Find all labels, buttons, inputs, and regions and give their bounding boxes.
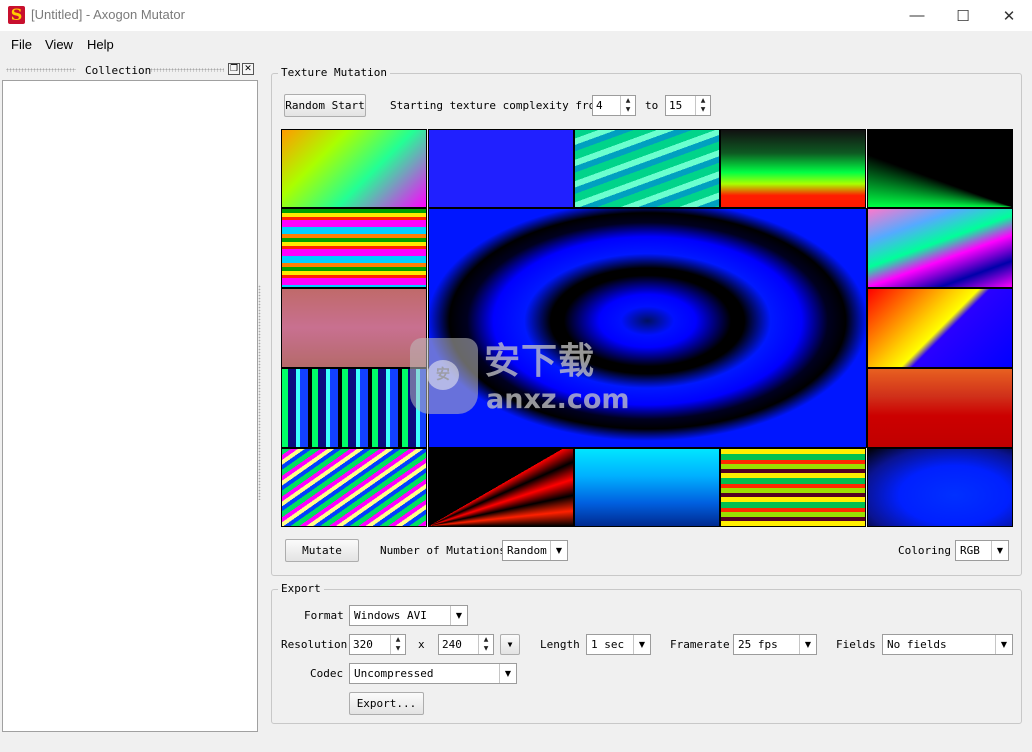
format-value: Windows AVI: [354, 609, 427, 622]
resolution-height-spinbox[interactable]: 240 ▲ ▼: [438, 634, 494, 655]
texture-tile[interactable]: [720, 129, 866, 208]
format-select[interactable]: Windows AVI ▼: [349, 605, 468, 626]
close-icon[interactable]: ✕: [986, 0, 1032, 31]
framerate-label: Framerate: [670, 638, 730, 651]
chevron-down-icon[interactable]: ▼: [799, 635, 816, 654]
maximize-icon[interactable]: ☐: [940, 0, 986, 31]
app-icon: S: [8, 6, 25, 24]
spin-up-icon[interactable]: ▲: [479, 635, 493, 645]
spin-down-icon[interactable]: ▼: [479, 645, 493, 655]
chevron-down-icon[interactable]: ▼: [550, 541, 567, 560]
menu-bar: [0, 31, 1032, 60]
export-button[interactable]: Export...: [349, 692, 424, 715]
minimize-icon[interactable]: —: [894, 0, 940, 31]
splitter-handle[interactable]: [258, 285, 261, 500]
mutations-label: Number of Mutations: [380, 544, 506, 557]
resolution-width-spinbox[interactable]: 320 ▲ ▼: [349, 634, 406, 655]
menu-file[interactable]: File: [11, 37, 32, 52]
fields-label: Fields: [836, 638, 876, 651]
coloring-label: Coloring: [898, 544, 951, 557]
dock-grip[interactable]: [6, 68, 76, 72]
close-dock-icon[interactable]: ✕: [242, 63, 254, 75]
codec-select[interactable]: Uncompressed ▼: [349, 663, 517, 684]
resolution-preset-button[interactable]: ▼: [500, 634, 520, 655]
texture-tile[interactable]: [867, 368, 1013, 448]
chevron-down-icon[interactable]: ▼: [995, 635, 1012, 654]
complexity-from-value: 4: [596, 99, 603, 112]
dock-grip[interactable]: [150, 68, 224, 72]
menu-help[interactable]: Help: [87, 37, 114, 52]
complexity-label: Starting texture complexity from: [390, 99, 602, 112]
texture-mutation-legend: Texture Mutation: [278, 66, 390, 79]
watermark-logo-icon: 安: [410, 338, 478, 414]
coloring-select[interactable]: RGB ▼: [955, 540, 1009, 561]
resolution-height-value: 240: [442, 638, 462, 651]
spin-up-icon[interactable]: ▲: [621, 96, 635, 106]
texture-tile[interactable]: [867, 129, 1013, 208]
complexity-to-spinbox[interactable]: 15 ▲ ▼: [665, 95, 711, 116]
title-bar: S [Untitled] - Axogon Mutator — ☐ ✕: [0, 0, 1032, 31]
mutate-button[interactable]: Mutate: [285, 539, 359, 562]
length-select[interactable]: 1 sec ▼: [586, 634, 651, 655]
collection-title: Collection: [85, 64, 152, 77]
length-label: Length: [540, 638, 580, 651]
texture-tile[interactable]: [428, 448, 574, 527]
framerate-select[interactable]: 25 fps ▼: [733, 634, 817, 655]
fields-select[interactable]: No fields ▼: [882, 634, 1013, 655]
complexity-to-value: 15: [669, 99, 683, 112]
format-label: Format: [304, 609, 344, 622]
watermark-text: 安下载: [484, 341, 596, 382]
complexity-from-spinbox[interactable]: 4 ▲ ▼: [592, 95, 636, 116]
to-label: to: [645, 99, 659, 112]
fields-value: No fields: [887, 638, 947, 651]
coloring-value: RGB: [960, 544, 980, 557]
codec-label: Codec: [310, 667, 344, 680]
menu-view[interactable]: View: [45, 37, 73, 52]
spin-down-icon[interactable]: ▼: [621, 106, 635, 116]
spin-down-icon[interactable]: ▼: [696, 106, 710, 116]
chevron-down-icon: ▼: [507, 640, 513, 649]
mutations-value: Random: [507, 544, 547, 557]
watermark-url: anxz.com: [486, 384, 630, 415]
mutations-select[interactable]: Random ▼: [502, 540, 568, 561]
spin-up-icon[interactable]: ▲: [391, 635, 405, 645]
texture-tile[interactable]: [867, 208, 1013, 288]
window-title: [Untitled] - Axogon Mutator: [31, 7, 185, 22]
texture-tile[interactable]: [574, 448, 720, 527]
chevron-down-icon[interactable]: ▼: [499, 664, 516, 683]
watermark-badge: 安: [427, 360, 459, 390]
chevron-down-icon[interactable]: ▼: [450, 606, 467, 625]
texture-tile[interactable]: [281, 208, 427, 288]
chevron-down-icon[interactable]: ▼: [633, 635, 650, 654]
export-legend: Export: [278, 582, 324, 595]
float-dock-icon[interactable]: ❐: [228, 63, 240, 75]
texture-tile[interactable]: [281, 288, 427, 368]
spin-down-icon[interactable]: ▼: [391, 645, 405, 655]
collection-list[interactable]: [2, 80, 258, 732]
texture-tile[interactable]: [281, 129, 427, 208]
resolution-label: Resolution: [281, 638, 348, 651]
length-value: 1 sec: [591, 638, 625, 651]
framerate-value: 25 fps: [738, 638, 778, 651]
resolution-x-label: x: [418, 638, 425, 651]
texture-tile[interactable]: [867, 288, 1013, 368]
texture-tile[interactable]: [867, 448, 1013, 527]
resolution-width-value: 320: [353, 638, 373, 651]
random-start-button[interactable]: Random Start: [284, 94, 366, 117]
chevron-down-icon[interactable]: ▼: [991, 541, 1008, 560]
texture-tile[interactable]: [281, 448, 427, 527]
texture-tile[interactable]: [574, 129, 720, 208]
texture-tile[interactable]: [428, 129, 574, 208]
codec-value: Uncompressed: [354, 667, 434, 680]
texture-tile[interactable]: [281, 368, 427, 448]
texture-tile[interactable]: [720, 448, 866, 527]
spin-up-icon[interactable]: ▲: [696, 96, 710, 106]
